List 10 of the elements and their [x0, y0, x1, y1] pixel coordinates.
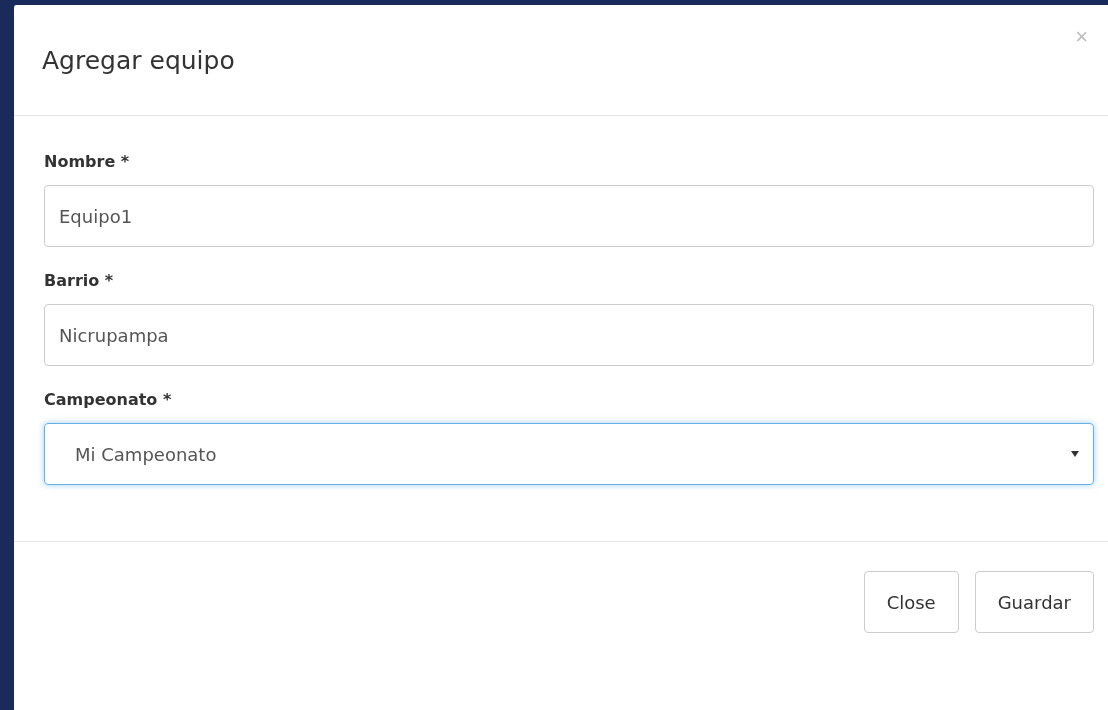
modal-title: Agregar equipo — [42, 45, 235, 75]
input-field[interactable]: Nicrupampa — [44, 304, 1094, 366]
input-field[interactable]: Equipo1 — [44, 185, 1094, 247]
select-field[interactable]: Mi Campeonato — [44, 423, 1094, 485]
caret-icon — [1071, 451, 1079, 457]
footer-button[interactable]: Guardar — [974, 571, 1094, 633]
field-label: Barrio * — [44, 271, 115, 290]
field-label: Campeonato * — [44, 390, 173, 409]
field-label: Nombre * — [44, 152, 131, 171]
footer-button[interactable]: Close — [863, 571, 959, 633]
